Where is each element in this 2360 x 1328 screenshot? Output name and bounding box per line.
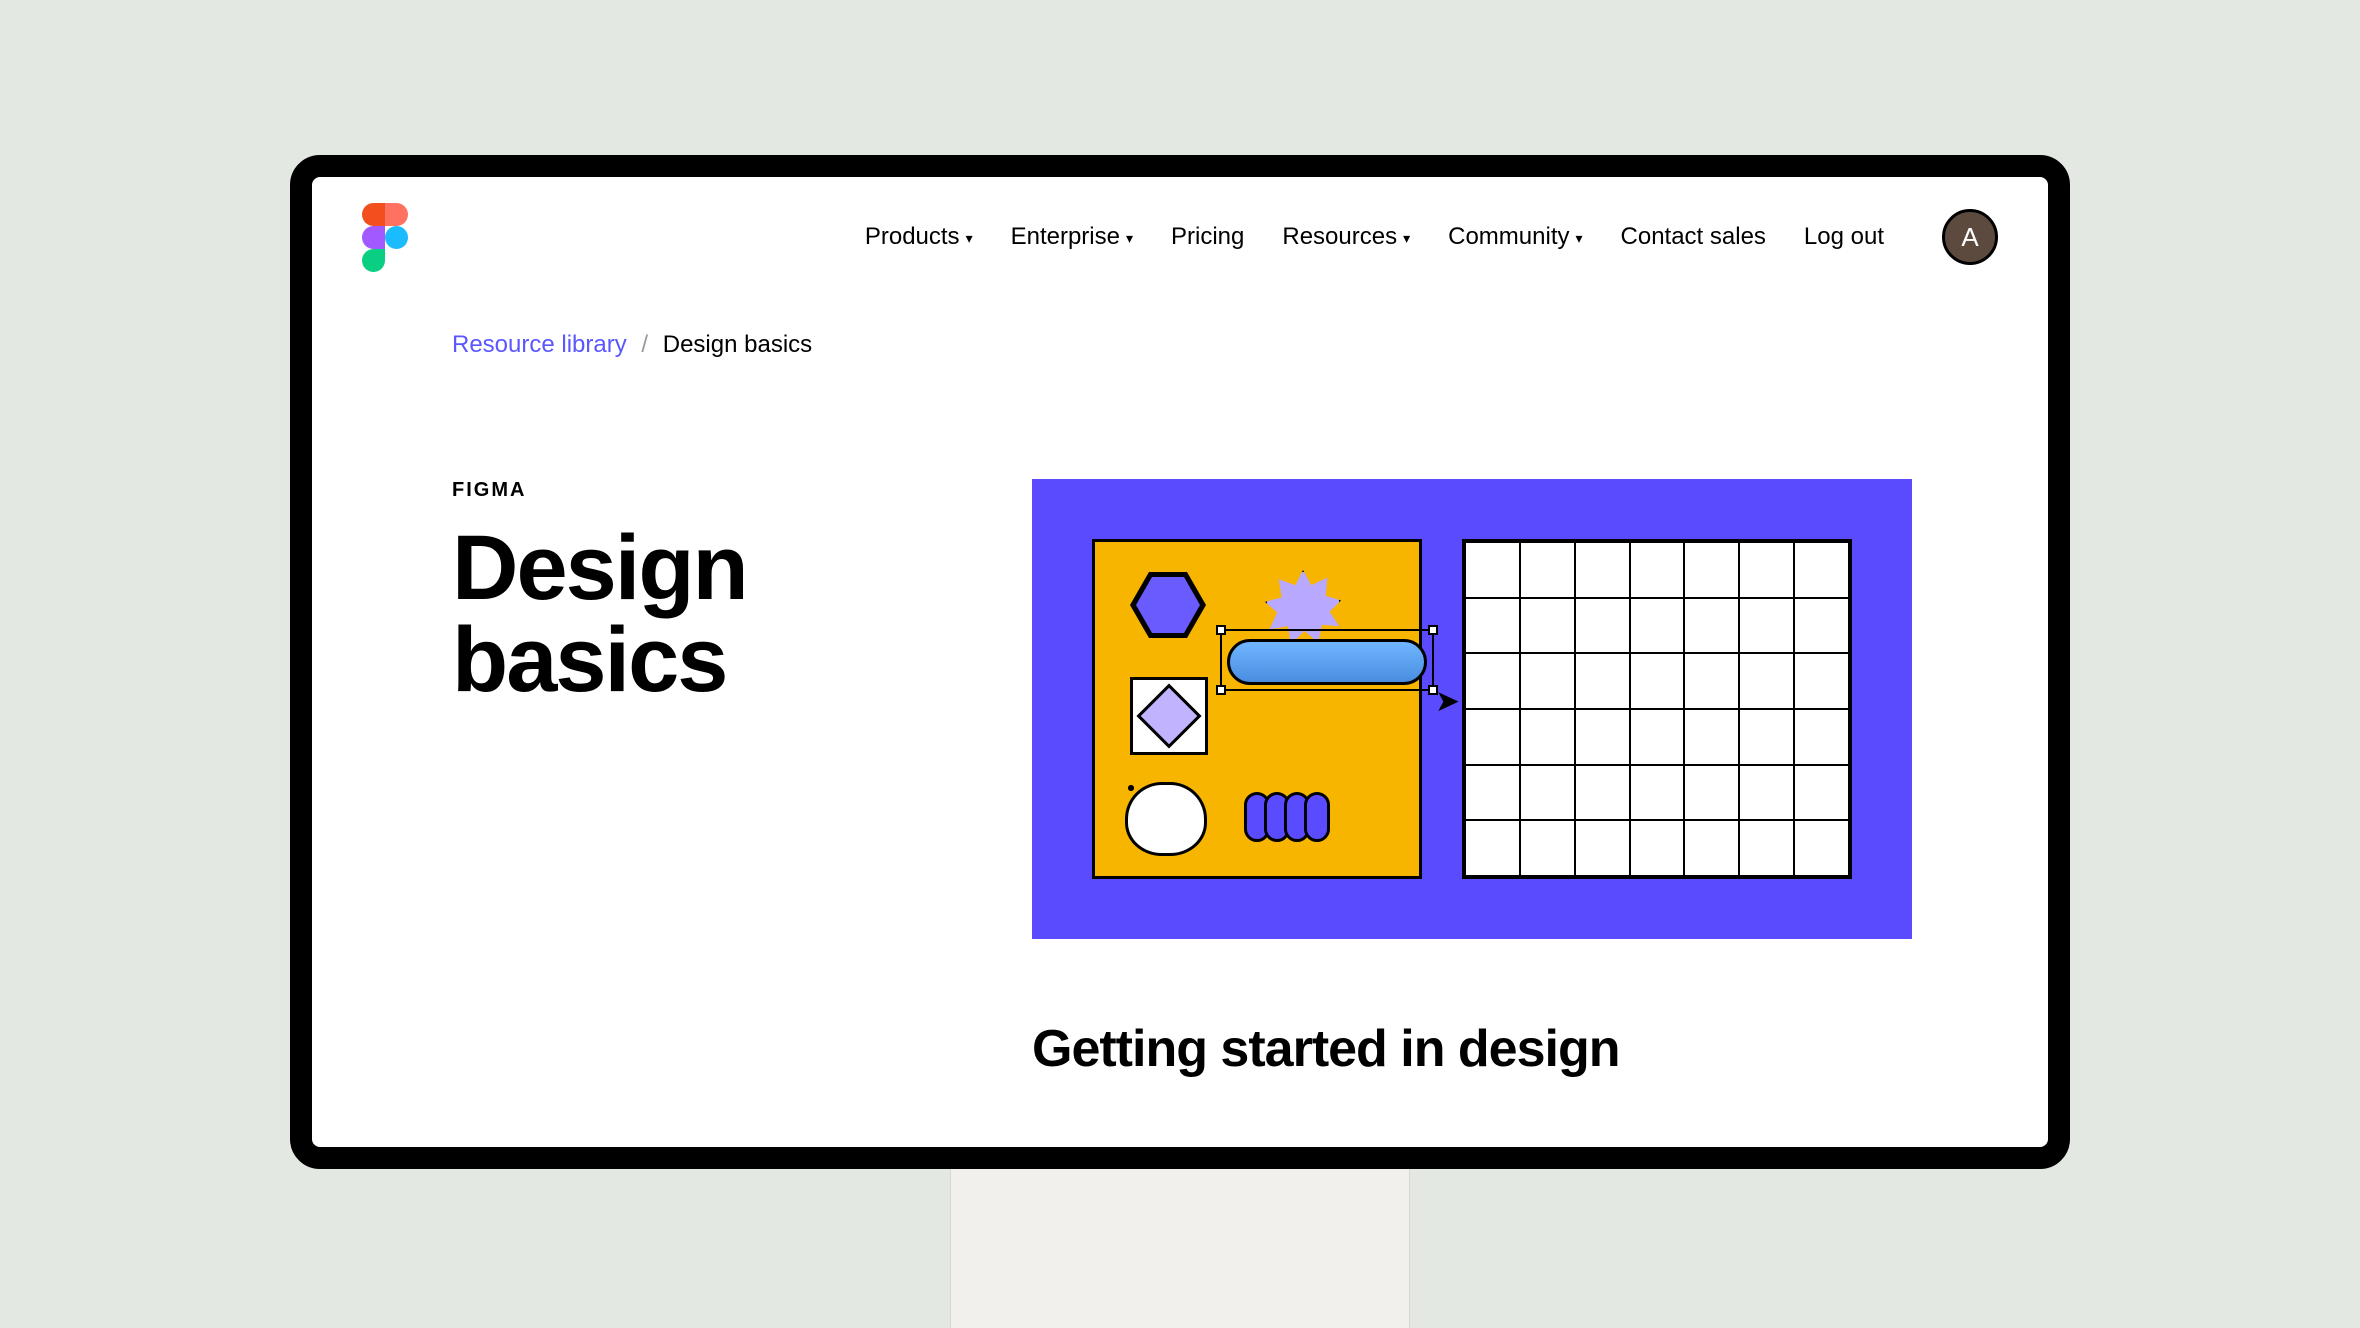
nav-contact-sales[interactable]: Contact sales <box>1621 223 1766 251</box>
nav-label: Contact sales <box>1621 223 1766 251</box>
hero-section: FIGMA Design basics <box>312 359 2048 939</box>
figma-logo-icon[interactable] <box>362 203 408 271</box>
diamond-shape-icon <box>1136 683 1201 748</box>
nav-label: Pricing <box>1171 223 1244 251</box>
nav-label: Resources <box>1282 223 1397 251</box>
nav-log-out[interactable]: Log out <box>1804 223 1884 251</box>
nav-label: Log out <box>1804 223 1884 251</box>
hero-text: FIGMA Design basics <box>452 479 972 939</box>
hexagon-shape-icon <box>1130 572 1206 638</box>
breadcrumb: Resource library / Design basics <box>312 291 2048 359</box>
chevron-down-icon: ▾ <box>1575 230 1582 247</box>
page-title: Design basics <box>452 522 972 706</box>
blob-shape-icon <box>1125 782 1207 856</box>
breadcrumb-current: Design basics <box>663 331 812 358</box>
scallop-shape-icon <box>1250 792 1330 842</box>
square-shape-icon <box>1130 677 1208 755</box>
monitor-frame: Products ▾ Enterprise ▾ Pricing Resource… <box>290 155 2070 1169</box>
nav-links: Products ▾ Enterprise ▾ Pricing Resource… <box>865 209 1998 265</box>
hero-eyebrow: FIGMA <box>452 479 972 502</box>
top-navigation: Products ▾ Enterprise ▾ Pricing Resource… <box>312 177 2048 291</box>
chevron-down-icon: ▾ <box>1403 230 1410 247</box>
nav-pricing[interactable]: Pricing <box>1171 223 1244 251</box>
shapes-panel <box>1092 539 1422 879</box>
nav-enterprise[interactable]: Enterprise ▾ <box>1011 223 1133 251</box>
nav-products[interactable]: Products ▾ <box>865 223 973 251</box>
monitor-stand <box>950 1169 1410 1328</box>
resize-handle-icon <box>1216 625 1226 635</box>
nav-label: Products <box>865 223 960 251</box>
avatar-initial: A <box>1961 222 1978 253</box>
breadcrumb-root-link[interactable]: Resource library <box>452 331 627 358</box>
chevron-down-icon: ▾ <box>966 230 973 247</box>
breadcrumb-separator: / <box>641 331 648 358</box>
selection-box: ➤ <box>1220 629 1434 691</box>
illustration-canvas: ➤ <box>1032 479 1912 939</box>
nav-label: Enterprise <box>1011 223 1120 251</box>
hero-illustration: ➤ <box>1032 479 1912 939</box>
nav-community[interactable]: Community ▾ <box>1448 223 1582 251</box>
cursor-icon: ➤ <box>1435 684 1460 719</box>
nav-resources[interactable]: Resources ▾ <box>1282 223 1410 251</box>
nav-label: Community <box>1448 223 1569 251</box>
resize-handle-icon <box>1428 625 1438 635</box>
chevron-down-icon: ▾ <box>1126 230 1133 247</box>
resize-handle-icon <box>1216 685 1226 695</box>
section-heading: Getting started in design <box>892 939 2048 1079</box>
grid-panel <box>1462 539 1852 879</box>
user-avatar[interactable]: A <box>1942 209 1998 265</box>
